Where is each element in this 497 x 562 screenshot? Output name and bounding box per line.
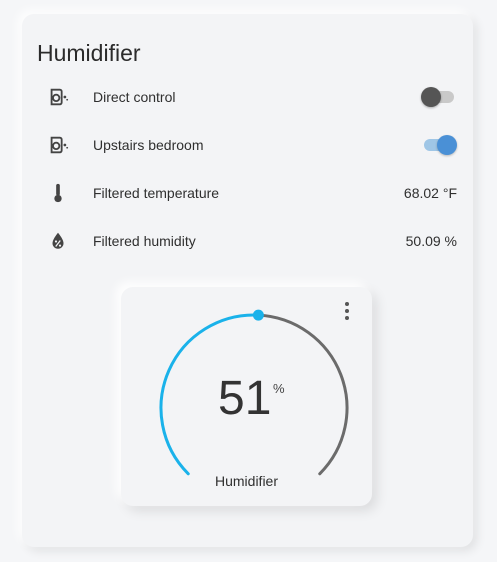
dial-entity-name: Humidifier — [214, 473, 278, 489]
filtered-temperature-label: Filtered temperature — [93, 185, 220, 201]
air-humidifier-icon — [46, 85, 70, 109]
air-humidifier-icon — [46, 133, 70, 157]
dial-inactive-arc — [256, 313, 349, 476]
more-options-button[interactable] — [337, 301, 357, 321]
direct-control-label: Direct control — [93, 89, 176, 105]
filtered-humidity-label: Filtered humidity — [93, 233, 196, 249]
entity-row-filtered-temperature[interactable]: Filtered temperature 68.02 °F — [22, 169, 473, 217]
upstairs-bedroom-label: Upstairs bedroom — [93, 137, 204, 153]
filtered-temperature-value: 68.02 °F — [403, 185, 457, 201]
upstairs-bedroom-toggle[interactable] — [421, 135, 457, 155]
entity-row-filtered-humidity[interactable]: Filtered humidity 50.09 % — [22, 217, 473, 265]
entity-row-upstairs-bedroom[interactable]: Upstairs bedroom — [22, 121, 473, 169]
thermometer-icon — [46, 181, 70, 205]
humidifier-card: Humidifier Direct control Upstairs bedro… — [22, 14, 473, 547]
target-humidity-unit: % — [273, 381, 285, 396]
target-humidity-value: 51 — [218, 372, 272, 425]
filtered-humidity-value: 50.09 % — [405, 233, 457, 249]
card-title: Humidifier — [37, 40, 141, 66]
direct-control-toggle[interactable] — [421, 87, 457, 107]
entity-row-direct-control[interactable]: Direct control — [22, 73, 473, 121]
dial-target-handle — [252, 309, 264, 321]
humidifier-dial-card: 51 % Humidifier — [121, 287, 372, 506]
water-percent-icon — [46, 229, 70, 253]
